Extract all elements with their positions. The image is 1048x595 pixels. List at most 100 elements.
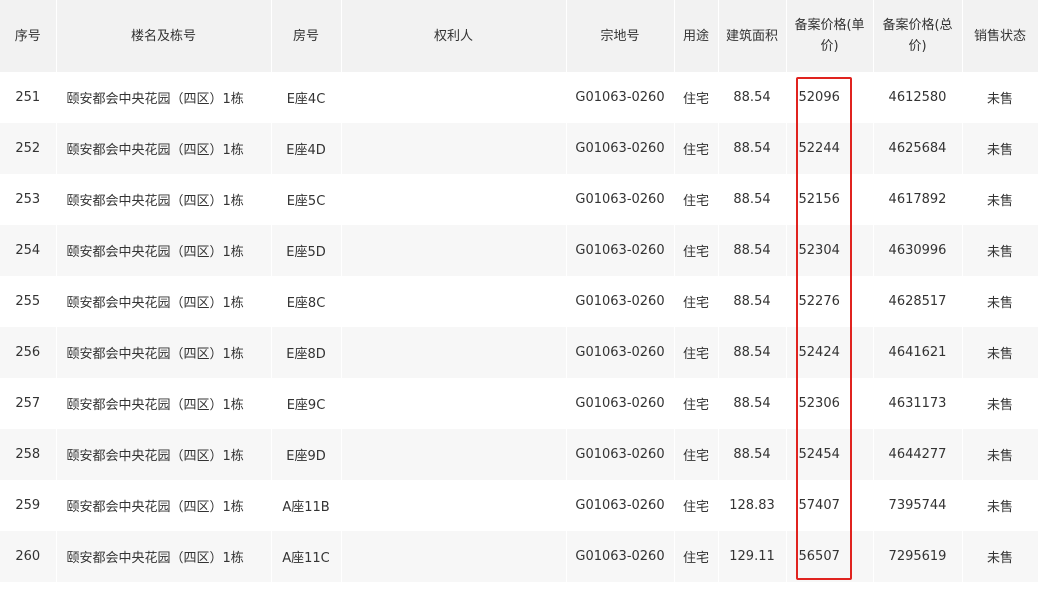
table-row: 258 颐安都会中央花园（四区）1栋 E座9D G01063-0260 住宅 88.54 5… — [0, 429, 1038, 480]
row-owner — [341, 378, 566, 429]
col-header-building: 楼名及栋号 — [56, 0, 272, 72]
table-row: 260 颐安都会中央花园（四区）1栋 A座11C G01063-0260 住宅 129.1… — [0, 531, 1038, 582]
row-area: 88.54 — [718, 327, 786, 378]
row-usage: 住宅 — [674, 72, 718, 123]
row-parcel: G01063-0260 — [566, 225, 674, 276]
row-no: 255 — [0, 276, 56, 327]
row-status: 未售 — [962, 276, 1038, 327]
unit-price-header-line1: 备案价格(单 — [794, 18, 865, 33]
row-room: E座4D — [271, 123, 341, 174]
row-status: 未售 — [962, 378, 1038, 429]
unit-price-header-line2: 价) — [820, 39, 839, 54]
row-room: E座9C — [271, 378, 341, 429]
row-usage: 住宅 — [674, 429, 718, 480]
row-room: A座11C — [271, 531, 341, 582]
row-usage: 住宅 — [674, 327, 718, 378]
row-usage: 住宅 — [674, 531, 718, 582]
row-unit-price: 52306 — [786, 378, 873, 429]
row-area: 88.54 — [718, 123, 786, 174]
row-usage: 住宅 — [674, 480, 718, 531]
row-room: E座5D — [271, 225, 341, 276]
row-room: E座8C — [271, 276, 341, 327]
row-area: 88.54 — [718, 429, 786, 480]
row-unit-price: 56507 — [786, 531, 873, 582]
row-owner — [341, 123, 566, 174]
row-total-price: 7295619 — [873, 531, 962, 582]
row-building: 颐安都会中央花园（四区）1栋 — [56, 531, 271, 582]
row-no: 251 — [0, 72, 56, 123]
row-room: A座11B — [271, 480, 341, 531]
row-area: 88.54 — [718, 276, 786, 327]
row-usage: 住宅 — [674, 174, 718, 225]
row-status: 未售 — [962, 531, 1038, 582]
row-building: 颐安都会中央花园（四区）1栋 — [56, 378, 271, 429]
col-header-status: 销售状态 — [962, 0, 1039, 72]
row-no: 253 — [0, 174, 56, 225]
row-unit-price: 52276 — [786, 276, 873, 327]
row-owner — [341, 327, 566, 378]
row-unit-price: 52304 — [786, 225, 873, 276]
table-row: 254 颐安都会中央花园（四区）1栋 E座5D G01063-0260 住宅 88.54 5… — [0, 225, 1038, 276]
row-usage: 住宅 — [674, 276, 718, 327]
row-owner — [341, 72, 566, 123]
row-owner — [341, 276, 566, 327]
row-no: 257 — [0, 378, 56, 429]
row-no: 260 — [0, 531, 56, 582]
table-row: 259 颐安都会中央花园（四区）1栋 A座11B G01063-0260 住宅 128.8… — [0, 480, 1038, 531]
row-owner — [341, 480, 566, 531]
row-no: 259 — [0, 480, 56, 531]
total-price-header-line1: 备案价格(总 — [882, 18, 953, 33]
row-owner — [341, 225, 566, 276]
row-owner — [341, 174, 566, 225]
col-header-room: 房号 — [271, 0, 342, 72]
row-total-price: 4631173 — [873, 378, 962, 429]
row-parcel: G01063-0260 — [566, 276, 674, 327]
row-status: 未售 — [962, 480, 1038, 531]
row-building: 颐安都会中央花园（四区）1栋 — [56, 276, 271, 327]
col-header-no: 序号 — [0, 0, 57, 72]
row-room: E座9D — [271, 429, 341, 480]
row-building: 颐安都会中央花园（四区）1栋 — [56, 327, 271, 378]
row-no: 254 — [0, 225, 56, 276]
col-header-unit-price: 备案价格(单 价) — [786, 0, 874, 72]
row-building: 颐安都会中央花园（四区）1栋 — [56, 480, 271, 531]
row-total-price: 4625684 — [873, 123, 962, 174]
row-total-price: 4630996 — [873, 225, 962, 276]
table-row: 257 颐安都会中央花园（四区）1栋 E座9C G01063-0260 住宅 88.54 5… — [0, 378, 1038, 429]
row-area: 88.54 — [718, 174, 786, 225]
row-status: 未售 — [962, 174, 1038, 225]
row-total-price: 4628517 — [873, 276, 962, 327]
col-header-area: 建筑面积 — [718, 0, 787, 72]
table-row: 253 颐安都会中央花园（四区）1栋 E座5C G01063-0260 住宅 88.54 5… — [0, 174, 1038, 225]
row-parcel: G01063-0260 — [566, 327, 674, 378]
row-total-price: 4617892 — [873, 174, 962, 225]
row-unit-price: 52096 — [786, 72, 873, 123]
row-no: 258 — [0, 429, 56, 480]
row-unit-price: 52454 — [786, 429, 873, 480]
row-status: 未售 — [962, 429, 1038, 480]
table-row: 251 颐安都会中央花园（四区）1栋 E座4C G01063-0260 住宅 88.54 5… — [0, 72, 1038, 123]
row-usage: 住宅 — [674, 225, 718, 276]
table-row: 252 颐安都会中央花园（四区）1栋 E座4D G01063-0260 住宅 88.54 5… — [0, 123, 1038, 174]
row-usage: 住宅 — [674, 378, 718, 429]
row-unit-price: 52424 — [786, 327, 873, 378]
row-total-price: 7395744 — [873, 480, 962, 531]
row-status: 未售 — [962, 72, 1038, 123]
row-total-price: 4612580 — [873, 72, 962, 123]
row-total-price: 4644277 — [873, 429, 962, 480]
row-status: 未售 — [962, 225, 1038, 276]
row-status: 未售 — [962, 327, 1038, 378]
table-row: 256 颐安都会中央花园（四区）1栋 E座8D G01063-0260 住宅 88.54 5… — [0, 327, 1038, 378]
row-unit-price: 52244 — [786, 123, 873, 174]
row-parcel: G01063-0260 — [566, 174, 674, 225]
row-building: 颐安都会中央花园（四区）1栋 — [56, 429, 271, 480]
total-price-header-line2: 价) — [908, 39, 927, 54]
row-building: 颐安都会中央花园（四区）1栋 — [56, 225, 271, 276]
row-parcel: G01063-0260 — [566, 378, 674, 429]
table-row: 255 颐安都会中央花园（四区）1栋 E座8C G01063-0260 住宅 88.54 5… — [0, 276, 1038, 327]
row-room: E座5C — [271, 174, 341, 225]
col-header-owner: 权利人 — [341, 0, 567, 72]
row-building: 颐安都会中央花园（四区）1栋 — [56, 72, 271, 123]
row-unit-price: 52156 — [786, 174, 873, 225]
row-room: E座4C — [271, 72, 341, 123]
